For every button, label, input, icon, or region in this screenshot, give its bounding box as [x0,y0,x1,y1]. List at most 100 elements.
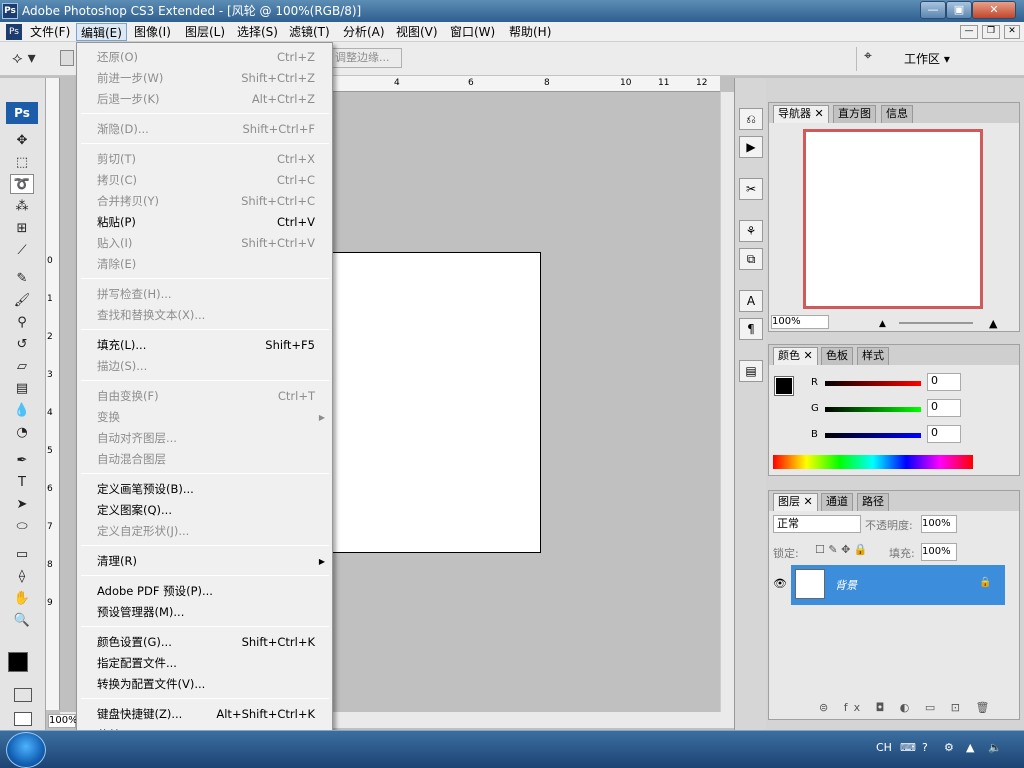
tray-up-arrow-icon[interactable]: ▲ [966,741,974,754]
quick-mask-icon[interactable] [14,688,32,702]
menu-help[interactable]: 帮助(H) [505,23,555,41]
bridge-icon[interactable]: ⌖ [864,48,888,70]
start-button[interactable] [6,732,46,768]
paragraph-panel-icon[interactable]: ¶ [739,318,763,340]
tab-navigator[interactable]: 导航器 ✕ [773,105,829,123]
layers-bottom-icons[interactable]: ⊜ fx ◘ ◐ ▭ ⊡ 🗑 [819,701,995,714]
keyboard-icon[interactable]: ⌨ [900,741,916,754]
edit-menu-item[interactable]: 定义画笔预设(B)... [97,479,315,500]
tab-color[interactable]: 颜色 ✕ [773,347,818,365]
pen-tool-icon[interactable]: ✒ [10,450,34,470]
doc-minimize-button[interactable]: — [960,25,978,39]
edit-menu-item[interactable]: 变换 ▶ [97,407,325,428]
navigator-zoom-field[interactable]: 100% [771,315,829,329]
stamp-tool-icon[interactable]: ⚲ [10,312,34,332]
edit-menu-item[interactable]: 合并拷贝(Y) Shift+Ctrl+C [97,191,315,212]
edit-menu-item[interactable]: 填充(L)... Shift+F5 [97,335,315,356]
tab-channels[interactable]: 通道 [821,493,853,511]
doc-close-button[interactable]: ✕ [1004,25,1020,39]
marquee-tool-icon[interactable]: ⬚ [10,152,34,172]
edit-menu-item[interactable]: 清理(R) ▶ [97,551,325,572]
notes-tool-icon[interactable]: ▭ [10,544,34,564]
tab-swatches[interactable]: 色板 [821,347,853,365]
edit-menu-item[interactable]: 指定配置文件... [97,653,315,674]
b-slider[interactable] [825,433,921,438]
edit-menu-item[interactable]: 颜色设置(G)... Shift+Ctrl+K [97,632,315,653]
healing-brush-icon[interactable]: ✎ [10,268,34,288]
edit-menu-item[interactable]: 键盘快捷键(Z)... Alt+Shift+Ctrl+K [97,704,315,725]
eraser-tool-icon[interactable]: ▱ [10,356,34,376]
settings-icon[interactable]: ⚙ [944,741,954,754]
edit-menu-item[interactable]: 自动混合图层 [97,449,315,470]
g-slider[interactable] [825,407,921,412]
tab-layers[interactable]: 图层 ✕ [773,493,818,511]
tab-styles[interactable]: 样式 [857,347,889,365]
lasso-tool-icon[interactable]: ➰ [10,174,34,194]
edit-menu-item[interactable]: 粘贴(P) Ctrl+V [97,212,315,233]
dodge-tool-icon[interactable]: ◔ [10,422,34,442]
refine-edge-button[interactable]: 调整边缘... [330,48,402,68]
edit-menu-item[interactable]: 渐隐(D)... Shift+Ctrl+F [97,119,315,140]
foreground-color-swatch[interactable] [8,652,28,672]
tool-presets-icon[interactable]: ✂ [739,178,763,200]
zoom-slider[interactable] [899,322,973,324]
visibility-eye-icon[interactable]: 👁 [773,577,787,590]
menu-edit[interactable]: 编辑(E) [76,23,127,41]
move-tool-icon[interactable]: ✥ [10,130,34,150]
g-value-field[interactable]: 0 [927,399,961,417]
edit-menu-item[interactable]: 贴入(I) Shift+Ctrl+V [97,233,315,254]
magic-wand-icon[interactable]: ⁂ [10,196,34,216]
menu-file[interactable]: 文件(F) [26,23,74,41]
edit-menu-item[interactable]: 剪切(T) Ctrl+X [97,149,315,170]
edit-menu-item[interactable]: 定义图案(Q)... [97,500,315,521]
slice-tool-icon[interactable]: ⟋ [10,240,34,260]
document-canvas[interactable] [330,252,541,553]
edit-menu-item[interactable]: 定义自定形状(J)... [97,521,315,542]
help-icon[interactable]: ? [922,741,928,754]
tab-info[interactable]: 信息 [881,105,913,123]
menu-image[interactable]: 图像(I) [130,23,175,41]
zoom-in-icon[interactable]: ▲ [989,317,997,330]
edit-menu-item[interactable]: 查找和替换文本(X)... [97,305,315,326]
color-foreground-swatch[interactable] [774,376,794,396]
history-panel-icon[interactable]: ⎌ [739,108,763,130]
menu-view[interactable]: 视图(V) [392,23,442,41]
edit-menu-item[interactable]: 拼写检查(H)... [97,284,315,305]
status-zoom-field[interactable]: 100% [48,714,78,728]
selection-mode-icon[interactable] [60,50,74,66]
clone-source-icon[interactable]: ⧉ [739,248,763,270]
menu-layer[interactable]: 图层(L) [181,23,229,41]
b-value-field[interactable]: 0 [927,425,961,443]
shape-tool-icon[interactable]: ⬭ [10,516,34,536]
eyedropper-icon[interactable]: ⟠ [10,566,34,586]
navigator-preview[interactable] [803,129,983,309]
doc-restore-button[interactable]: ❐ [982,25,1000,39]
minimize-button[interactable]: — [920,1,946,19]
menu-analysis[interactable]: 分析(A) [339,23,389,41]
layer-row-background[interactable]: 背景 🔒 [791,565,1005,605]
edit-menu-item[interactable]: 描边(S)... [97,356,315,377]
edit-menu-item[interactable]: 预设管理器(M)... [97,602,315,623]
ps-menu-icon[interactable]: Ps [6,24,22,40]
edit-menu-item[interactable]: 清除(E) [97,254,315,275]
character-panel-icon[interactable]: A [739,290,763,312]
zoom-tool-icon[interactable]: 🔍 [10,610,34,630]
screen-mode-icon[interactable] [14,712,32,726]
r-slider[interactable] [825,381,921,386]
volume-icon[interactable]: 🔈 [988,741,1002,754]
lasso-preset-icon[interactable]: ⟡ ▾ [12,48,48,70]
edit-menu-item[interactable]: 后退一步(K) Alt+Ctrl+Z [97,89,315,110]
edit-menu-item[interactable]: 转换为配置文件(V)... [97,674,315,695]
tab-paths[interactable]: 路径 [857,493,889,511]
language-indicator[interactable]: CH [876,741,892,754]
opacity-field[interactable]: 100% [921,515,957,533]
edit-menu-item[interactable]: 自动对齐图层... [97,428,315,449]
edit-menu-item[interactable]: 前进一步(W) Shift+Ctrl+Z [97,68,315,89]
color-ramp[interactable] [773,455,973,469]
menu-filter[interactable]: 滤镜(T) [285,23,334,41]
actions-panel-icon[interactable]: ▶ [739,136,763,158]
menu-window[interactable]: 窗口(W) [446,23,499,41]
vertical-scrollbar[interactable] [720,92,734,712]
close-button[interactable]: ✕ [972,1,1016,19]
blur-tool-icon[interactable]: 💧 [10,400,34,420]
